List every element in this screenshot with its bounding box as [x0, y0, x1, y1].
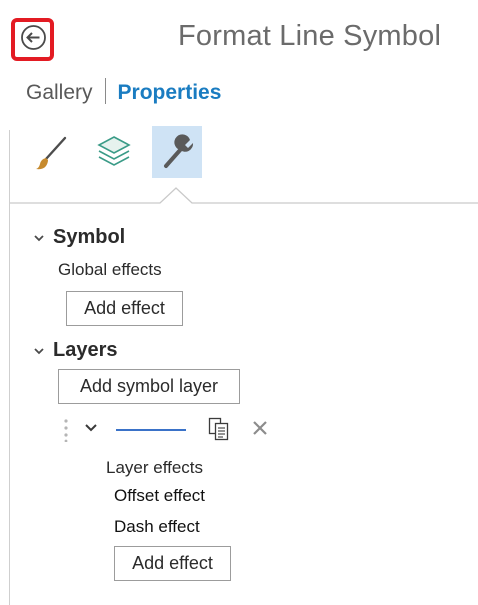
add-layer-effect-button[interactable]: Add effect [114, 546, 231, 581]
panel-title: Format Line Symbol [178, 20, 442, 52]
properties-tab-button[interactable] [152, 126, 202, 178]
add-global-effect-button[interactable]: Add effect [66, 291, 183, 326]
global-effects-label: Global effects [58, 260, 162, 279]
chevron-down-icon [33, 339, 47, 362]
wrench-icon [164, 134, 194, 168]
symbol-layer-row [62, 416, 282, 444]
add-symbol-layer-button[interactable]: Add symbol layer [58, 369, 240, 404]
offset-effect-item[interactable]: Offset effect [114, 486, 205, 506]
chevron-down-icon [33, 226, 47, 249]
tab-indicator-divider [10, 187, 478, 204]
arrow-left-circle-icon [21, 25, 46, 50]
dash-effect-item[interactable]: Dash effect [114, 517, 200, 537]
symbol-tab-button[interactable] [26, 126, 76, 178]
line-symbol-preview [116, 429, 186, 431]
layer-effects-label: Layer effects [106, 458, 204, 477]
duplicate-layer-icon[interactable] [206, 416, 232, 442]
layers-icon [97, 136, 131, 166]
tab-separator [104, 78, 106, 104]
symbol-section-heading: Symbol [53, 226, 126, 248]
delete-layer-icon[interactable] [250, 418, 270, 438]
drag-handle-icon[interactable] [62, 418, 70, 442]
layers-section-heading: Layers [53, 339, 118, 361]
paintbrush-icon [36, 136, 67, 170]
tab-gallery[interactable]: Gallery [26, 81, 93, 104]
tab-properties[interactable]: Properties [118, 81, 222, 104]
layer-expand-chevron-icon[interactable] [84, 422, 98, 434]
layers-section-toggle[interactable]: Layers [33, 339, 118, 362]
layers-tab-button[interactable] [88, 126, 138, 178]
back-button[interactable] [20, 24, 47, 51]
view-tabs: Gallery Properties [26, 78, 221, 105]
symbol-section-toggle[interactable]: Symbol [33, 226, 125, 249]
